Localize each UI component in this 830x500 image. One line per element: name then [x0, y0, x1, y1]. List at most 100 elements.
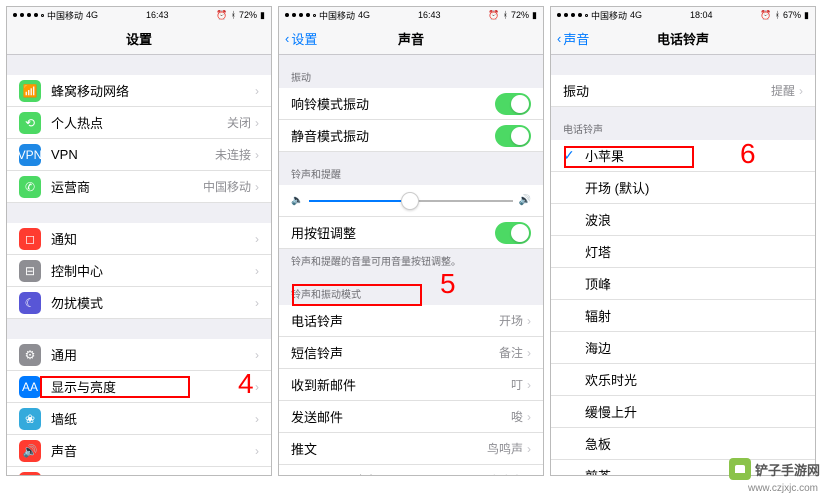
alarm-icon: ⏰ [488, 10, 499, 21]
network-label: 4G [86, 10, 98, 20]
wallpaper-icon: ❀ [19, 408, 41, 430]
row-facebook[interactable]: Facebook 贴文唆唆声› [279, 465, 543, 475]
vpn-icon: VPN [19, 144, 41, 166]
ringtone-jiban[interactable]: 急板 [551, 428, 815, 460]
row-wallpaper[interactable]: ❀墙纸› [7, 403, 271, 435]
chevron-right-icon: › [255, 264, 259, 278]
row-silent-vibrate[interactable]: 静音模式振动 [279, 120, 543, 152]
row-change-with-buttons[interactable]: 用按钮调整 [279, 217, 543, 249]
chevron-right-icon: › [527, 442, 531, 456]
row-general[interactable]: ⚙通用› [7, 339, 271, 371]
ringtone-list[interactable]: 振动提醒› 电话铃声 ✓小苹果 开场 (默认) 波浪 灯塔 顶峰 辐射 海边 欢… [551, 55, 815, 475]
toggle-switch[interactable] [495, 125, 531, 147]
dnd-icon: ☾ [19, 292, 41, 314]
row-volume-slider[interactable]: 🔈🔊 [279, 185, 543, 217]
chevron-right-icon: › [255, 116, 259, 130]
back-button[interactable]: ‹声音 [551, 29, 589, 48]
page-title: 电话铃声 [551, 29, 815, 48]
chevron-right-icon: › [527, 410, 531, 424]
row-ringtone[interactable]: 电话铃声开场› [279, 305, 543, 337]
row-sent-mail[interactable]: 发送邮件唆› [279, 401, 543, 433]
display-icon: AA [19, 376, 41, 398]
bluetooth-icon: ᚼ [503, 10, 508, 20]
row-hotspot[interactable]: ⟲个人热点关闭› [7, 107, 271, 139]
row-vpn[interactable]: VPNVPN未连接› [7, 139, 271, 171]
speaker-low-icon: 🔈 [291, 195, 303, 206]
row-vibration[interactable]: 振动提醒› [551, 75, 815, 107]
ringtone-kaichang[interactable]: 开场 (默认) [551, 172, 815, 204]
bluetooth-icon: ᚼ [775, 10, 780, 20]
sound-list[interactable]: 振动 响铃模式振动 静音模式振动 铃声和提醒 🔈🔊 用按钮调整 铃声和提醒的音量… [279, 55, 543, 475]
back-button[interactable]: ‹设置 [279, 29, 317, 48]
toggle-switch[interactable] [495, 93, 531, 115]
chevron-left-icon: ‹ [285, 31, 289, 46]
status-bar: 中国移动4G 16:43 ⏰ᚼ72%▮ [279, 7, 543, 23]
row-ring-vibrate[interactable]: 响铃模式振动 [279, 88, 543, 120]
screen-settings: 中国移动4G 16:43 ⏰ᚼ72%▮ 设置 📶蜂窝移动网络› ⟲个人热点关闭›… [6, 6, 272, 476]
ringtone-huanle[interactable]: 欢乐时光 [551, 364, 815, 396]
chevron-right-icon: › [527, 378, 531, 392]
ringtone-haibian[interactable]: 海边 [551, 332, 815, 364]
carrier-label: 中国移动 [47, 9, 83, 22]
row-display[interactable]: AA显示与亮度› [7, 371, 271, 403]
bluetooth-icon: ᚼ [231, 10, 236, 20]
chevron-right-icon: › [527, 474, 531, 476]
row-tweet[interactable]: 推文鸟鸣声› [279, 433, 543, 465]
row-sound[interactable]: 🔊声音› [7, 435, 271, 467]
status-bar: 中国移动4G 18:04 ⏰ᚼ67%▮ [551, 7, 815, 23]
group-header: 电话铃声 [551, 107, 815, 140]
page-title: 声音 [279, 29, 543, 48]
chevron-right-icon: › [527, 346, 531, 360]
row-new-mail[interactable]: 收到新邮件叮› [279, 369, 543, 401]
row-control-center[interactable]: ⊟控制中心› [7, 255, 271, 287]
chevron-right-icon: › [255, 348, 259, 362]
ringtone-bolang[interactable]: 波浪 [551, 204, 815, 236]
alarm-icon: ⏰ [216, 10, 227, 21]
speaker-high-icon: 🔊 [519, 195, 531, 206]
watermark-url: www.czjxjc.com [748, 483, 818, 494]
group-footer: 铃声和提醒的音量可用音量按钮调整。 [279, 249, 543, 272]
chevron-left-icon: ‹ [557, 31, 561, 46]
chevron-right-icon: › [799, 84, 803, 98]
row-dnd[interactable]: ☾勿扰模式› [7, 287, 271, 319]
volume-slider[interactable] [309, 200, 512, 202]
gear-icon: ⚙ [19, 344, 41, 366]
chevron-right-icon: › [255, 232, 259, 246]
chevron-right-icon: › [255, 380, 259, 394]
group-header: 铃声和振动模式 [279, 272, 543, 305]
row-touchid[interactable]: ◉Touch ID 与密码› [7, 467, 271, 475]
sound-icon: 🔊 [19, 440, 41, 462]
screen-ringtone: 中国移动4G 18:04 ⏰ᚼ67%▮ ‹声音 电话铃声 振动提醒› 电话铃声 … [550, 6, 816, 476]
battery-icon: ▮ [532, 10, 537, 21]
battery-label: 72% [239, 10, 257, 20]
chevron-right-icon: › [255, 296, 259, 310]
row-carrier[interactable]: ✆运营商中国移动› [7, 171, 271, 203]
battery-icon: ▮ [804, 10, 809, 21]
ringtone-huanman[interactable]: 缓慢上升 [551, 396, 815, 428]
carrier-icon: ✆ [19, 176, 41, 198]
chevron-right-icon: › [255, 412, 259, 426]
group-header: 振动 [279, 55, 543, 88]
toggle-switch[interactable] [495, 222, 531, 244]
row-notifications[interactable]: ◻通知› [7, 223, 271, 255]
group-header: 铃声和提醒 [279, 152, 543, 185]
settings-list[interactable]: 📶蜂窝移动网络› ⟲个人热点关闭› VPNVPN未连接› ✆运营商中国移动› ◻… [7, 55, 271, 475]
site-logo: 铲子手游网 [729, 458, 820, 480]
ringtone-xiaopingguo[interactable]: ✓小苹果 [551, 140, 815, 172]
alarm-icon: ⏰ [760, 10, 771, 21]
notifications-icon: ◻ [19, 228, 41, 250]
chevron-right-icon: › [255, 444, 259, 458]
ringtone-fushe[interactable]: 辐射 [551, 300, 815, 332]
shovel-icon [729, 458, 751, 480]
ringtone-dengta[interactable]: 灯塔 [551, 236, 815, 268]
row-text-tone[interactable]: 短信铃声备注› [279, 337, 543, 369]
battery-icon: ▮ [260, 10, 265, 21]
nav-bar: ‹声音 电话铃声 [551, 23, 815, 55]
ringtone-dingfeng[interactable]: 顶峰 [551, 268, 815, 300]
logo-text: 铲子手游网 [755, 460, 820, 479]
status-bar: 中国移动4G 16:43 ⏰ ᚼ72%▮ [7, 7, 271, 23]
time-label: 16:43 [146, 10, 169, 20]
row-cellular[interactable]: 📶蜂窝移动网络› [7, 75, 271, 107]
hotspot-icon: ⟲ [19, 112, 41, 134]
nav-bar: ‹设置 声音 [279, 23, 543, 55]
